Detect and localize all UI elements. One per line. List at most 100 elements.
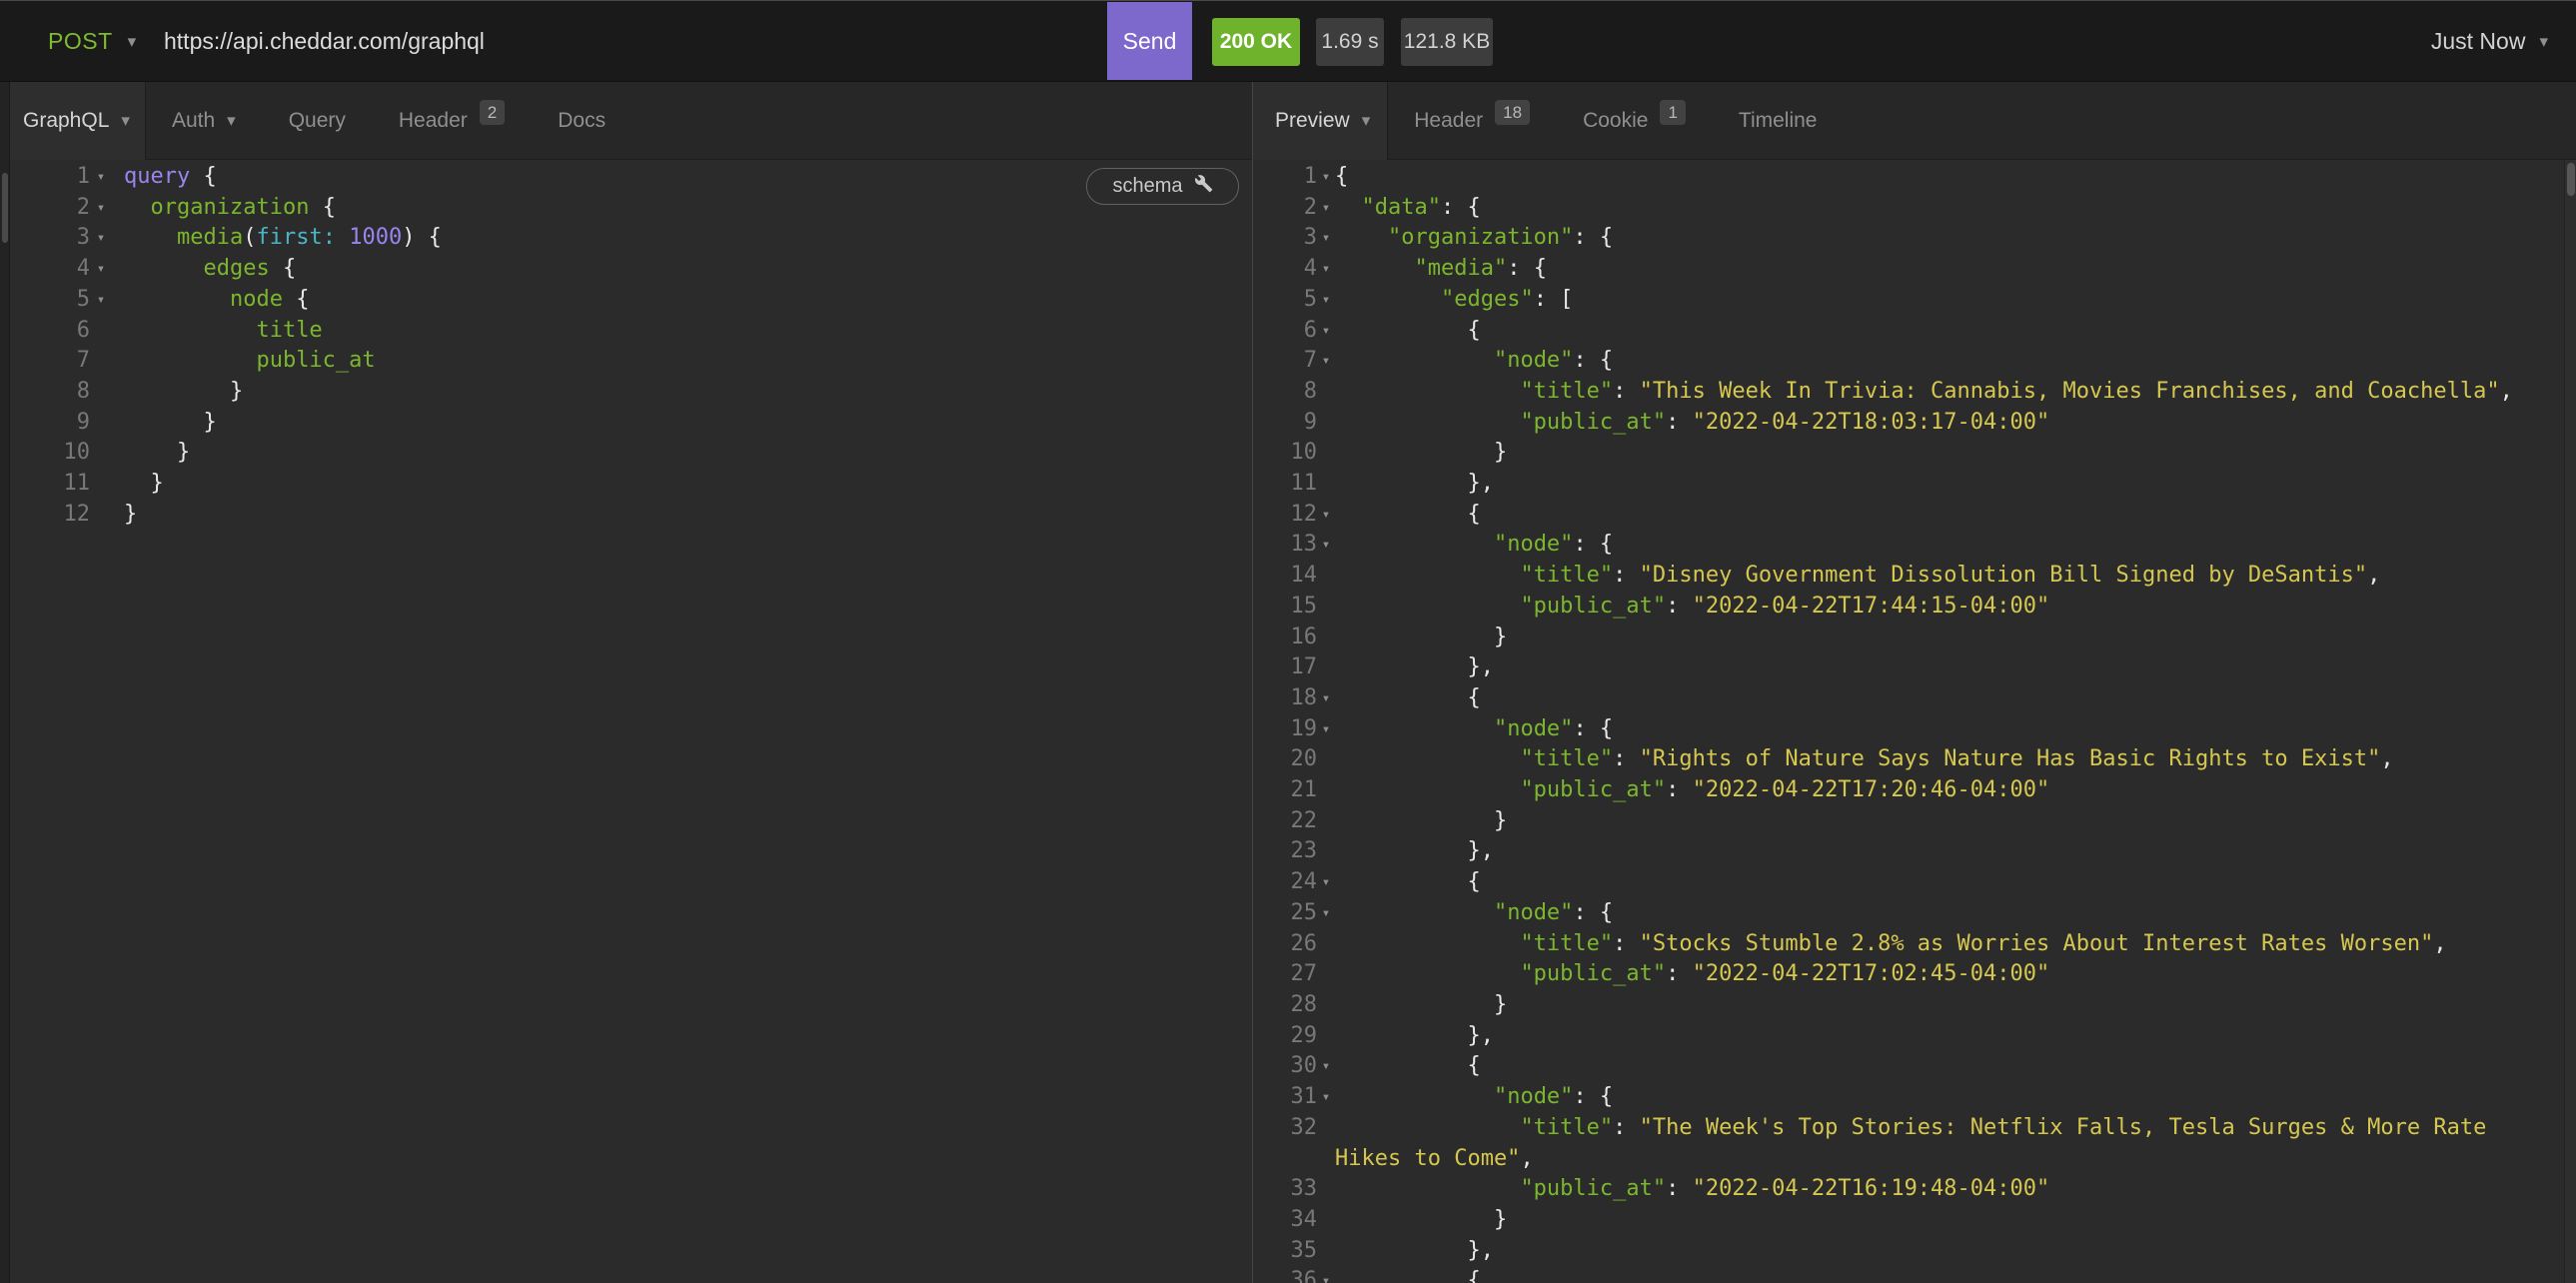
code-text[interactable]: },	[1335, 469, 2576, 500]
schema-button[interactable]: schema	[1086, 168, 1239, 205]
fold-arrow-icon[interactable]: ▾	[1317, 193, 1335, 224]
url-input[interactable]: https://api.cheddar.com/graphql	[164, 1, 485, 81]
fold-arrow-icon[interactable]: ▾	[90, 285, 112, 316]
tab-query[interactable]: Query	[263, 82, 373, 159]
line-number: 3	[1253, 223, 1317, 254]
code-text[interactable]: "title": "Stocks Stumble 2.8% as Worries…	[1335, 929, 2576, 960]
code-text[interactable]: }	[112, 377, 243, 408]
code-line: 12}	[10, 500, 1252, 531]
code-text[interactable]: "node": {	[1335, 346, 2576, 377]
fold-arrow-icon[interactable]: ▾	[1317, 285, 1335, 316]
fold-arrow-icon[interactable]: ▾	[1317, 530, 1335, 561]
code-text[interactable]: node {	[112, 285, 309, 316]
code-text[interactable]: "node": {	[1335, 714, 2576, 745]
code-text[interactable]: "public_at": "2022-04-22T16:19:48-04:00"	[1335, 1174, 2576, 1205]
fold-arrow-icon[interactable]: ▾	[90, 223, 112, 254]
tab-header-request[interactable]: Header 2	[373, 82, 532, 159]
fold-arrow-icon[interactable]: ▾	[1317, 1051, 1335, 1082]
line-number: 29	[1253, 1021, 1317, 1052]
fold-arrow-icon[interactable]: ▾	[1317, 223, 1335, 254]
code-text[interactable]: }	[1335, 438, 2576, 469]
code-text[interactable]: "title": "The Week's Top Stories: Netfli…	[1335, 1113, 2576, 1174]
fold-arrow-icon[interactable]: ▾	[1317, 254, 1335, 285]
code-text[interactable]: {	[1335, 1266, 2576, 1283]
code-text[interactable]: edges {	[112, 254, 296, 285]
code-text[interactable]: "title": "Rights of Nature Says Nature H…	[1335, 744, 2576, 775]
code-text[interactable]: },	[1335, 1021, 2576, 1052]
code-text[interactable]: {	[1335, 683, 2576, 714]
code-text[interactable]: }	[112, 438, 190, 469]
code-text[interactable]: }	[1335, 806, 2576, 837]
code-text[interactable]: "node": {	[1335, 1082, 2576, 1113]
code-text[interactable]: }	[1335, 623, 2576, 653]
code-text[interactable]: },	[1335, 1236, 2576, 1267]
method-dropdown[interactable]: POST ▾	[48, 1, 136, 81]
fold-gutter-spacer	[1317, 408, 1335, 439]
code-text[interactable]: "node": {	[1335, 898, 2576, 929]
code-text[interactable]: }	[1335, 990, 2576, 1021]
tab-auth[interactable]: Auth ▾	[146, 82, 263, 159]
scrollbar-track[interactable]	[2564, 160, 2576, 1283]
fold-arrow-icon[interactable]: ▾	[90, 254, 112, 285]
fold-arrow-icon[interactable]: ▾	[1317, 1082, 1335, 1113]
code-text[interactable]: media(first: 1000) {	[112, 223, 442, 254]
code-text[interactable]: }	[1335, 1205, 2576, 1236]
code-text[interactable]: {	[1335, 162, 2576, 193]
fold-arrow-icon[interactable]: ▾	[1317, 500, 1335, 531]
code-text[interactable]: {	[1335, 500, 2576, 531]
history-dropdown[interactable]: Just Now ▾	[2431, 1, 2548, 81]
code-text[interactable]: }	[112, 500, 137, 531]
tab-body-type-graphql[interactable]: GraphQL ▾	[10, 82, 146, 159]
code-line: 30▾ {	[1253, 1051, 2576, 1082]
code-text[interactable]: },	[1335, 652, 2576, 683]
code-text[interactable]: "public_at": "2022-04-22T17:44:15-04:00"	[1335, 592, 2576, 623]
code-text[interactable]: public_at	[112, 346, 376, 377]
fold-arrow-icon[interactable]: ▾	[90, 193, 112, 224]
fold-arrow-icon[interactable]: ▾	[1317, 898, 1335, 929]
graphql-query-editor[interactable]: 1▾query {2▾ organization {3▾ media(first…	[10, 160, 1252, 1283]
code-text[interactable]: "organization": {	[1335, 223, 2576, 254]
tab-timeline[interactable]: Timeline	[1713, 82, 1845, 159]
sidebar-collapsed-strip[interactable]	[0, 82, 10, 1283]
sidebar-drag-handle[interactable]	[2, 173, 8, 243]
fold-arrow-icon[interactable]: ▾	[1317, 714, 1335, 745]
send-button[interactable]: Send	[1107, 2, 1192, 80]
code-text[interactable]: "data": {	[1335, 193, 2576, 224]
response-preview-editor[interactable]: 1▾{2▾ "data": {3▾ "organization": {4▾ "m…	[1253, 160, 2576, 1283]
fold-arrow-icon[interactable]: ▾	[1317, 683, 1335, 714]
code-text[interactable]: "public_at": "2022-04-22T17:20:46-04:00"	[1335, 775, 2576, 806]
code-text[interactable]: },	[1335, 836, 2576, 867]
fold-arrow-icon[interactable]: ▾	[1317, 316, 1335, 347]
code-line: 21 "public_at": "2022-04-22T17:20:46-04:…	[1253, 775, 2576, 806]
code-line: 6 title	[10, 316, 1252, 347]
code-text[interactable]: }	[112, 469, 164, 500]
tab-docs[interactable]: Docs	[532, 82, 633, 159]
code-text[interactable]: "media": {	[1335, 254, 2576, 285]
code-line: 29 },	[1253, 1021, 2576, 1052]
cookie-count-badge: 1	[1660, 100, 1685, 125]
pane-divider[interactable]	[1252, 82, 1253, 1283]
code-line: 4▾ "media": {	[1253, 254, 2576, 285]
tab-header-response[interactable]: Header 18	[1388, 82, 1557, 159]
code-text[interactable]: "public_at": "2022-04-22T17:02:45-04:00"	[1335, 959, 2576, 990]
fold-arrow-icon[interactable]: ▾	[90, 162, 112, 193]
scrollbar-thumb[interactable]	[2567, 163, 2575, 196]
code-text[interactable]: "edges": [	[1335, 285, 2576, 316]
tab-cookie[interactable]: Cookie 1	[1557, 82, 1713, 159]
tab-preview[interactable]: Preview ▾	[1253, 82, 1388, 159]
code-text[interactable]: "public_at": "2022-04-22T18:03:17-04:00"	[1335, 408, 2576, 439]
code-text[interactable]: "title": "Disney Government Dissolution …	[1335, 561, 2576, 592]
code-text[interactable]: organization {	[112, 193, 336, 224]
code-text[interactable]: {	[1335, 316, 2576, 347]
fold-arrow-icon[interactable]: ▾	[1317, 1266, 1335, 1283]
code-text[interactable]: }	[112, 408, 217, 439]
fold-arrow-icon[interactable]: ▾	[1317, 346, 1335, 377]
fold-arrow-icon[interactable]: ▾	[1317, 162, 1335, 193]
fold-arrow-icon[interactable]: ▾	[1317, 867, 1335, 898]
code-text[interactable]: "title": "This Week In Trivia: Cannabis,…	[1335, 377, 2576, 408]
code-text[interactable]: "node": {	[1335, 530, 2576, 561]
code-text[interactable]: {	[1335, 867, 2576, 898]
code-text[interactable]: title	[112, 316, 323, 347]
code-text[interactable]: {	[1335, 1051, 2576, 1082]
code-text[interactable]: query {	[112, 162, 217, 193]
